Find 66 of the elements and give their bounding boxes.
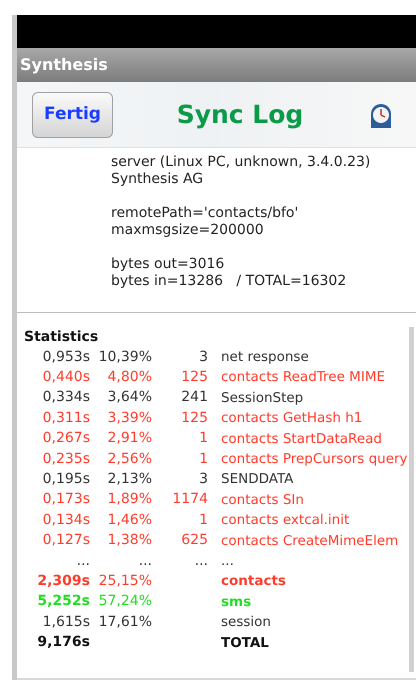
percent-value: 1,89% [108, 491, 152, 508]
info-line: maxmsgsize=200000 [111, 222, 265, 239]
statistics-heading: Statistics [24, 328, 100, 347]
info-line: server (Linux PC, unknown, 3.4.0.23) [111, 154, 372, 171]
entry-name: contacts CreateMimeElem [221, 532, 398, 551]
time-value: 0,440s [42, 368, 90, 388]
percent-value: 10,39% [98, 348, 152, 365]
entry-name: ... [221, 552, 234, 571]
time-value: 0,134s [42, 510, 90, 530]
percent-value: 2,13% [108, 471, 152, 488]
entry-name: SENDDATA [221, 470, 294, 490]
entry-name: contacts ReadTree MIME [221, 368, 385, 388]
time-value: 9,176s [36, 633, 90, 652]
info-line: bytes out=3016 [111, 256, 226, 273]
entry-name: contacts GetHash h1 [221, 409, 362, 428]
count-value: 3 [199, 471, 208, 488]
time-value: 0,311s [42, 408, 90, 428]
time-value: 0,195s [42, 470, 90, 490]
percent-value: ... [138, 552, 152, 569]
time-value: 0,334s [42, 388, 90, 408]
percent-value: 1,46% [108, 512, 152, 528]
count-value: 1 [199, 430, 208, 446]
done-button[interactable]: Fertig [32, 92, 113, 138]
entry-name: contacts StartDataRead [221, 430, 382, 449]
percent-value: 17,61% [98, 614, 152, 630]
percent-value: 2,91% [108, 430, 152, 446]
entry-name: contacts SIn [221, 490, 304, 510]
percent-value: 1,38% [108, 532, 152, 548]
count-value: 1 [199, 512, 208, 528]
entry-name: session [221, 613, 271, 632]
time-value: 0,235s [42, 450, 90, 469]
percent-value: 57,24% [98, 593, 152, 610]
time-value: ... [76, 552, 90, 571]
count-value: 625 [181, 532, 208, 548]
time-value: 0,953s [42, 348, 90, 367]
entry-name: net response [221, 348, 309, 368]
count-value: 1 [199, 450, 208, 467]
percent-value: 3,64% [108, 389, 152, 406]
entry-name: TOTAL [221, 634, 269, 653]
screen-title: Sync Log [176, 98, 304, 131]
count-value: 3 [199, 348, 208, 365]
info-line: Synthesis AG [111, 171, 204, 188]
time-value: 1,615s [42, 612, 90, 632]
count-value: 125 [181, 369, 208, 386]
time-value: 2,309s [36, 572, 90, 591]
count-value: ... [194, 552, 208, 569]
time-value: 0,173s [42, 490, 90, 510]
percent-value: 3,39% [108, 410, 152, 426]
entry-name: contacts [221, 572, 286, 592]
entry-name: contacts PrepCursors query [221, 450, 408, 470]
percent-value: 25,15% [98, 573, 152, 589]
entry-name: sms [221, 592, 252, 612]
info-line: remotePath='contacts/bfo' [111, 205, 300, 222]
time-value: 0,127s [42, 531, 90, 550]
time-value: 5,252s [36, 592, 90, 612]
info-line: bytes in=13286 / TOTAL=16302 [111, 273, 348, 290]
count-value: 241 [181, 389, 208, 406]
scrollbar[interactable] [409, 327, 414, 672]
count-value: 1174 [172, 491, 208, 508]
count-value: 125 [181, 410, 208, 426]
percent-value: 4,80% [108, 369, 152, 386]
entry-name: contacts extcal.init [221, 511, 350, 530]
percent-value: 2,56% [108, 450, 152, 467]
time-value: 0,267s [42, 429, 90, 448]
window-title: Synthesis [20, 54, 108, 76]
entry-name: SessionStep [221, 388, 304, 408]
